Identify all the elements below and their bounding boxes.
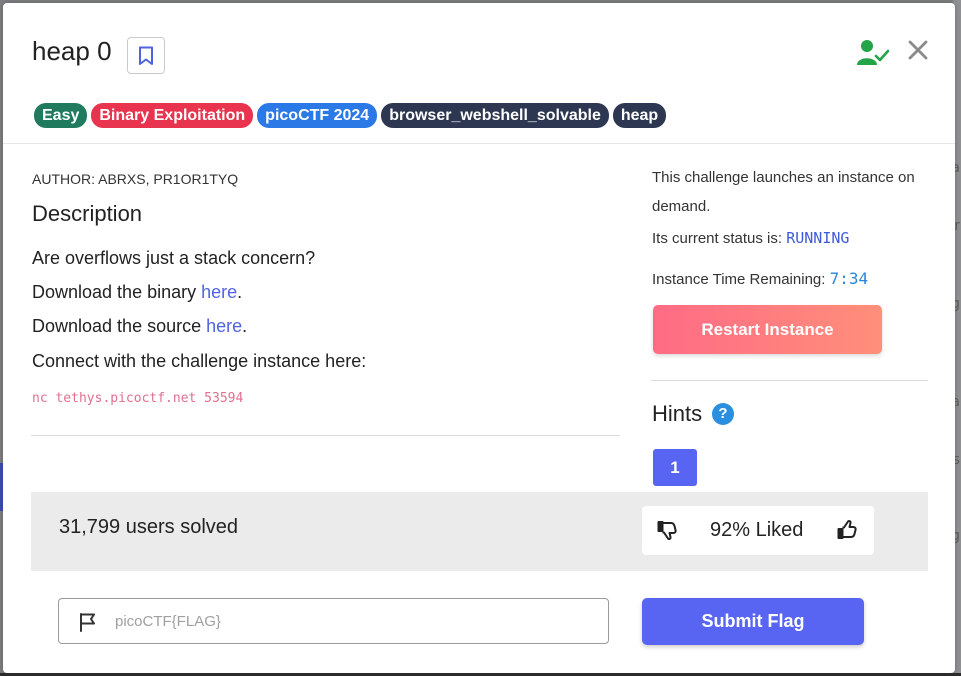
- description-heading: Description: [32, 201, 143, 226]
- connect-command: nc tethys.picoctf.net 53594: [32, 391, 244, 406]
- thumbs-up-icon[interactable]: [837, 519, 859, 541]
- tag-category[interactable]: Binary Exploitation: [91, 103, 254, 128]
- thumbs-down-icon[interactable]: [657, 519, 679, 541]
- restart-instance-button[interactable]: Restart Instance: [653, 305, 882, 354]
- description-text: .: [237, 282, 243, 302]
- description-line: Download the source here.: [32, 316, 247, 337]
- close-icon[interactable]: [907, 39, 929, 61]
- background-text: r: [954, 218, 960, 234]
- divider: [651, 380, 928, 381]
- instance-launch-line: This challenge launches an instance on: [652, 169, 915, 186]
- tag-list: Easy Binary Exploitation picoCTF 2024 br…: [34, 103, 667, 128]
- description-text: .: [242, 316, 248, 336]
- description-line: Connect with the challenge instance here…: [32, 351, 367, 371]
- status-label: Its current status is:: [652, 230, 787, 247]
- source-download-link[interactable]: here: [206, 316, 242, 336]
- instance-status-line: Its current status is: RUNNING: [652, 224, 849, 253]
- flag-field: [58, 598, 609, 644]
- description-line: Are overflows just a stack concern?: [32, 248, 316, 268]
- time-remaining: 7:34: [829, 269, 869, 288]
- solved-count: 31,799 users solved: [59, 516, 239, 538]
- bookmark-icon: [139, 46, 153, 65]
- modal-header: heap 0 Easy Binary Exploitation picoCTF …: [3, 3, 955, 144]
- tag-webshell[interactable]: browser_webshell_solvable: [381, 103, 609, 128]
- status-value: RUNNING: [786, 229, 850, 247]
- instance-launch-line: demand.: [652, 198, 711, 215]
- author-line: AUTHOR: ABRXS, PR1OR1TYQ: [32, 171, 239, 187]
- bookmark-button[interactable]: [127, 37, 165, 74]
- binary-download-link[interactable]: here: [201, 282, 237, 302]
- flag-input[interactable]: [115, 609, 595, 633]
- flag-icon: [80, 613, 95, 632]
- description-line: Download the binary here.: [32, 282, 242, 303]
- liked-percent: 92% Liked: [710, 519, 804, 541]
- stats-band: 31,799 users solved 92% Liked: [31, 492, 928, 571]
- challenge-modal: heap 0 Easy Binary Exploitation picoCTF …: [3, 3, 955, 673]
- tag-event[interactable]: picoCTF 2024: [257, 103, 378, 128]
- hint-button-1[interactable]: 1: [653, 449, 697, 486]
- divider: [31, 435, 620, 436]
- user-check-icon[interactable]: [857, 39, 889, 67]
- tag-difficulty[interactable]: Easy: [34, 103, 88, 128]
- hints-heading: Hints: [652, 401, 703, 426]
- instance-launch-text: This challenge launches an instance on d…: [652, 163, 915, 221]
- instance-time-line: Instance Time Remaining: 7:34: [652, 264, 868, 294]
- submit-flag-button[interactable]: Submit Flag: [642, 598, 864, 645]
- like-widget: 92% Liked: [642, 506, 874, 555]
- description-text: Download the source: [32, 316, 207, 336]
- help-circle-icon[interactable]: ?: [712, 403, 734, 425]
- tag-topic[interactable]: heap: [612, 103, 667, 128]
- time-label: Instance Time Remaining:: [652, 271, 830, 288]
- challenge-title: heap 0: [32, 36, 112, 66]
- description-text: Download the binary: [32, 282, 202, 302]
